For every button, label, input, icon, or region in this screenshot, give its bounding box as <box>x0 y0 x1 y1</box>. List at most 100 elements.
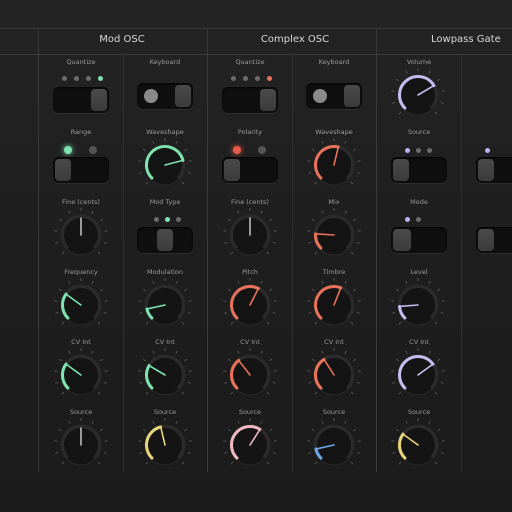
knob-tick <box>308 241 312 244</box>
knob-tick <box>145 181 149 185</box>
mod-keyboard-switch[interactable] <box>137 83 193 109</box>
mod-waveshape-knob[interactable] <box>135 135 195 195</box>
knob-tick <box>260 280 263 284</box>
knob-tick <box>103 451 107 454</box>
knob-tick <box>91 350 94 354</box>
knob-tick <box>321 210 324 214</box>
knob-tick <box>311 288 315 292</box>
knob-tick <box>142 428 146 432</box>
knob-tick <box>266 321 270 325</box>
label-keyboard: Keyboard <box>149 58 181 66</box>
complex-fine-knob[interactable] <box>220 205 280 265</box>
complex-pitch-knob[interactable] <box>220 275 280 335</box>
knob-tick <box>272 311 276 314</box>
knob-tick <box>61 461 65 465</box>
complex-polarity-switch[interactable] <box>222 157 278 183</box>
knob-tick <box>58 288 62 292</box>
knob-tick <box>230 461 234 465</box>
knob-tick <box>395 78 399 82</box>
knob-tick <box>353 358 357 362</box>
knob-tick <box>344 350 347 354</box>
knob-tick <box>139 171 143 174</box>
knob-tick <box>181 461 185 465</box>
knob-tick <box>440 311 444 314</box>
knob-tick <box>97 321 101 325</box>
knob-tick <box>260 420 263 424</box>
mod-cv-int-knob[interactable] <box>51 345 111 405</box>
knob-tick <box>227 288 231 292</box>
mod-fine-knob[interactable] <box>51 205 111 265</box>
mod-frequency-knob[interactable] <box>51 275 111 335</box>
knob-pointer <box>316 233 335 236</box>
knob-tick <box>437 288 441 292</box>
knob-tick <box>145 391 149 395</box>
mod-range-switch[interactable] <box>53 157 109 183</box>
label-mode: Mode <box>410 198 428 206</box>
lpg-cv-int-knob[interactable] <box>388 345 448 405</box>
knob-tick <box>184 428 188 432</box>
knob-tick <box>437 78 441 82</box>
knob-tick <box>237 350 240 354</box>
mod-source-knob[interactable] <box>51 415 111 475</box>
knob-tick <box>152 420 155 424</box>
knob-tick <box>266 251 270 255</box>
knob-tick <box>269 428 273 432</box>
knob-tick <box>55 241 59 244</box>
mod-type-switch[interactable] <box>137 227 193 253</box>
complex-keyboard-switch[interactable] <box>306 83 362 109</box>
complex-source2-knob[interactable] <box>304 415 364 475</box>
range-led <box>89 146 97 154</box>
knob-tick <box>272 451 276 454</box>
knob-tick <box>308 381 312 384</box>
divider <box>123 53 124 472</box>
complex-mix-knob[interactable] <box>304 205 364 265</box>
knob-tick <box>405 280 408 284</box>
lpg-source-switch[interactable] <box>391 157 447 183</box>
lpg-source-knob[interactable] <box>388 415 448 475</box>
knob-tick <box>321 280 324 284</box>
lpg-mode-switch[interactable] <box>391 227 447 253</box>
range-led <box>64 146 72 154</box>
knob-tick <box>175 350 178 354</box>
mod-cv2-int-knob[interactable] <box>135 345 195 405</box>
complex-source-knob[interactable] <box>220 415 280 475</box>
knob-tick <box>392 381 396 384</box>
partial-switch[interactable] <box>476 227 512 253</box>
section-title-lowpass-gate: Lowpass Gate <box>431 34 501 45</box>
knob-tick <box>398 111 402 115</box>
partial-switch[interactable] <box>476 157 512 183</box>
knob-tick <box>440 101 444 104</box>
label-keyboard: Keyboard <box>318 58 350 66</box>
knob-tick <box>227 428 231 432</box>
lpg-level-knob[interactable] <box>388 275 448 335</box>
knob-tick <box>181 181 185 185</box>
knob-tick <box>237 210 240 214</box>
knob-tick <box>145 461 149 465</box>
knob-tick <box>311 428 315 432</box>
knob-tick <box>224 241 228 244</box>
knob-tick <box>272 241 276 244</box>
complex-quantize-switch[interactable] <box>222 87 278 113</box>
divider <box>376 30 377 472</box>
knob-tick <box>272 381 276 384</box>
complex-timbre-knob[interactable] <box>304 275 364 335</box>
polarity-led <box>258 146 266 154</box>
keyboard-button[interactable] <box>144 89 158 103</box>
mod-quantize-switch[interactable] <box>53 87 109 113</box>
knob-tick <box>97 391 101 395</box>
knob-tick <box>269 288 273 292</box>
knob-tick <box>224 311 228 314</box>
knob-tick <box>175 280 178 284</box>
knob-tick <box>187 311 191 314</box>
complex-cv2-int-knob[interactable] <box>304 345 364 405</box>
knob-tick <box>398 391 402 395</box>
lpg-volume-knob[interactable] <box>388 65 448 125</box>
knob-tick <box>344 420 347 424</box>
mod-modulation-knob[interactable] <box>135 275 195 335</box>
complex-waveshape-knob[interactable] <box>304 135 364 195</box>
knob-tick <box>428 70 431 74</box>
complex-cv-int-knob[interactable] <box>220 345 280 405</box>
mod-source2-knob[interactable] <box>135 415 195 475</box>
keyboard-button[interactable] <box>313 89 327 103</box>
knob-tick <box>356 171 360 174</box>
